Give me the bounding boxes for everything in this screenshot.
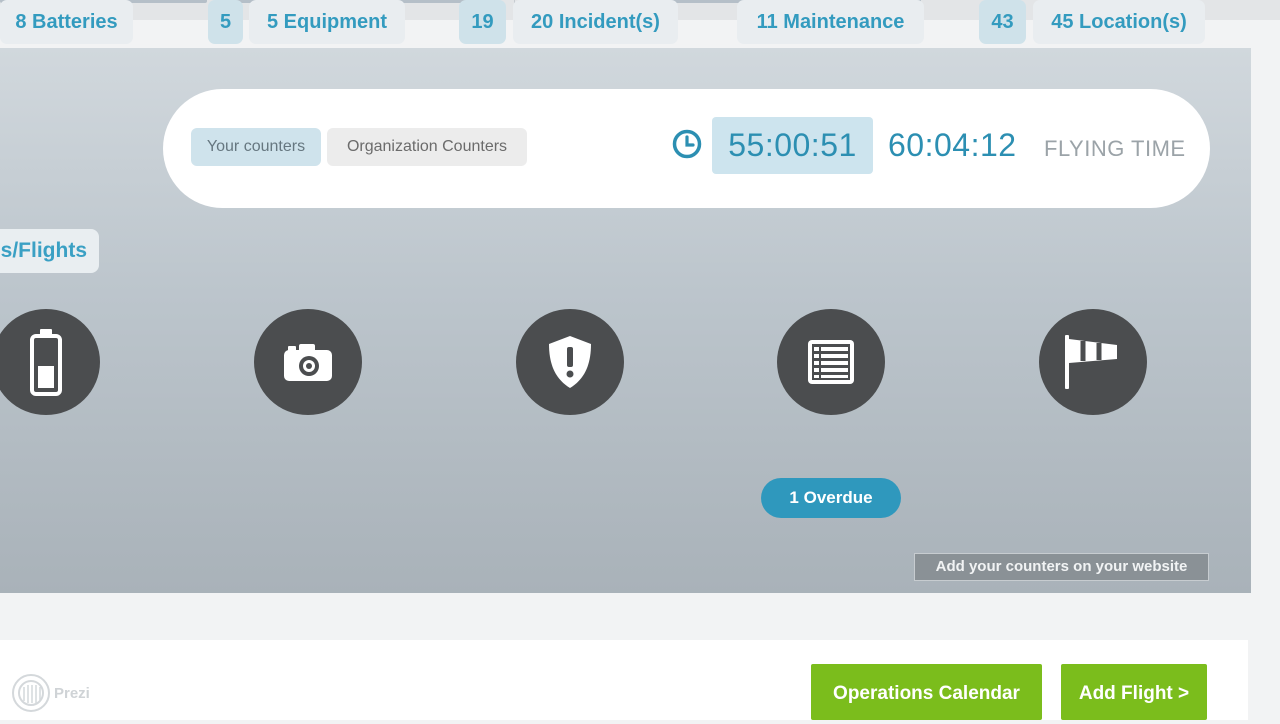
equipment-available-count[interactable]: 5 [208, 0, 243, 44]
incidents-total-count[interactable]: 20 Incident(s) [513, 0, 678, 44]
add-flight-button[interactable]: Add Flight > [1061, 664, 1207, 720]
clock-icon [672, 129, 702, 159]
flying-time-label: FLYING TIME [1044, 136, 1186, 161]
add-counters-link[interactable]: Add your counters on your website [914, 553, 1209, 581]
incidents-circle[interactable] [516, 309, 624, 415]
maintenance-circle[interactable] [777, 309, 885, 415]
your-flying-time: 55:00:51 [712, 117, 873, 174]
operations-calendar-button[interactable]: Operations Calendar [811, 664, 1042, 720]
camera-icon [284, 344, 332, 381]
incidents-open-count[interactable]: 19 [459, 0, 506, 44]
locations-circle[interactable] [1039, 309, 1147, 415]
organization-flying-time: 60:04:12 [888, 127, 1017, 163]
section-tab-flights[interactable]: s/Flights [0, 229, 99, 273]
tab-your-counters[interactable]: Your counters [191, 128, 321, 166]
maintenance-count[interactable]: 11 Maintenance [737, 0, 924, 44]
locations-active-count[interactable]: 43 [979, 0, 1026, 44]
list-icon [808, 340, 854, 384]
overdue-badge[interactable]: 1 Overdue [761, 478, 901, 518]
prezi-watermark: Prezi [11, 672, 90, 714]
locations-total-count[interactable]: 45 Location(s) [1033, 0, 1205, 44]
prezi-label: Prezi [54, 684, 90, 702]
equipment-circle[interactable] [254, 309, 362, 415]
windsock-icon [1065, 335, 1117, 389]
batteries-count[interactable]: 8 Batteries [0, 0, 133, 44]
prezi-logo-icon [12, 674, 50, 712]
tab-organization-counters[interactable]: Organization Counters [327, 128, 527, 166]
battery-icon [30, 329, 62, 396]
equipment-total-count[interactable]: 5 Equipment [249, 0, 405, 44]
shield-alert-icon [549, 336, 591, 388]
